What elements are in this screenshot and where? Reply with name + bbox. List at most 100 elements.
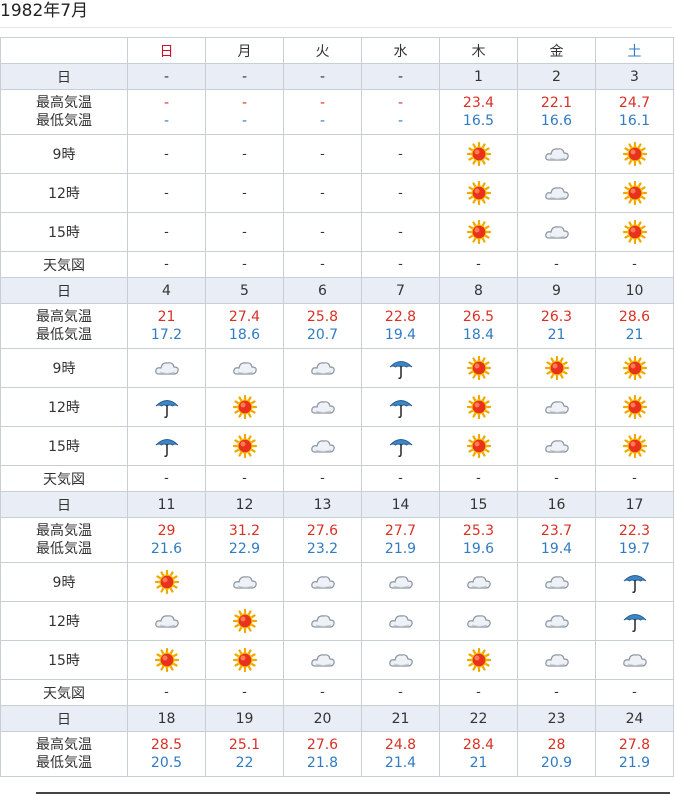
high-temp-value: 22.3 <box>618 523 651 539</box>
low-temp-value: 19.4 <box>540 541 573 557</box>
low-temp-value: 21 <box>625 327 644 343</box>
date-cell: - <box>127 63 206 90</box>
sun-icon <box>466 142 491 166</box>
cloud-icon <box>232 576 257 589</box>
temperature-cell: 27.6 23.2 <box>283 517 362 563</box>
weather-cell: - <box>361 212 440 252</box>
weather-cell <box>517 387 596 427</box>
weather-map-cell: - <box>361 465 440 492</box>
weather-3pm-row: 15時 <box>0 640 674 680</box>
weather-cell <box>361 426 440 466</box>
umbrella-icon <box>389 439 412 458</box>
sun-icon <box>232 395 257 419</box>
weather-cell <box>439 562 518 602</box>
high-temp-value: 23.7 <box>540 523 573 539</box>
date-row: 日 18 19 20 21 22 23 24 <box>0 705 674 732</box>
high-temp-value: 25.1 <box>228 737 261 753</box>
weather-cell <box>595 601 674 641</box>
high-temp-value: 31.2 <box>228 523 261 539</box>
cloud-icon <box>154 615 179 628</box>
weather-cell <box>595 640 674 680</box>
date-cell: 5 <box>205 277 284 304</box>
temperature-cell: 28.5 20.5 <box>127 731 206 777</box>
high-temp-label: 最高気温 <box>36 737 92 753</box>
high-temp-value: 22.1 <box>540 95 573 111</box>
temperature-cell: 25.3 19.6 <box>439 517 518 563</box>
weather-cell <box>595 212 674 252</box>
weather-cell <box>517 134 596 174</box>
sun-icon <box>466 220 491 244</box>
high-temp-value: - <box>163 95 170 111</box>
high-temp-value: - <box>241 95 248 111</box>
weather-cell: - <box>127 173 206 213</box>
high-temp-value: 26.5 <box>462 309 495 325</box>
date-row-label: 日 <box>0 705 128 732</box>
temperature-cell: 22.8 19.4 <box>361 303 440 349</box>
temperature-row-label: 最高気温 最低気温 <box>0 517 128 563</box>
weather-cell <box>205 640 284 680</box>
temperature-cell: 24.7 16.1 <box>595 89 674 135</box>
sun-icon <box>622 142 647 166</box>
weather-cell <box>283 426 362 466</box>
date-cell: 24 <box>595 705 674 732</box>
weather-cell <box>283 348 362 388</box>
cloud-icon <box>388 654 413 667</box>
cloud-icon <box>310 362 335 375</box>
weather-cell: - <box>283 173 362 213</box>
temperature-cell: 27.6 21.8 <box>283 731 362 777</box>
weather-3pm-row-label: 15時 <box>0 212 128 252</box>
temperature-cell: 27.8 21.9 <box>595 731 674 777</box>
cloud-icon <box>388 576 413 589</box>
weather-cell: - <box>205 134 284 174</box>
weather-cell <box>439 387 518 427</box>
high-temp-label: 最高気温 <box>36 523 92 539</box>
temperature-cell: -- <box>283 89 362 135</box>
date-row-label: 日 <box>0 63 128 90</box>
high-temp-value: - <box>397 95 404 111</box>
weather-cell <box>595 173 674 213</box>
weather-cell <box>361 387 440 427</box>
temperature-cell: -- <box>361 89 440 135</box>
sun-icon <box>622 356 647 380</box>
weather-cell: - <box>127 212 206 252</box>
date-cell: - <box>361 63 440 90</box>
date-cell: 4 <box>127 277 206 304</box>
weekday-wed: 水 <box>361 37 440 64</box>
weather-cell <box>517 212 596 252</box>
weather-map-cell: - <box>127 679 206 706</box>
sun-icon <box>154 648 179 672</box>
low-temp-value: - <box>397 113 404 129</box>
cloud-icon <box>310 401 335 414</box>
date-cell: 12 <box>205 491 284 518</box>
temperature-cell: 21 17.2 <box>127 303 206 349</box>
temperature-cell: 22.1 16.6 <box>517 89 596 135</box>
weather-map-cell: - <box>283 251 362 278</box>
weather-cell <box>127 387 206 427</box>
sun-icon <box>622 395 647 419</box>
weather-map-cell: - <box>361 679 440 706</box>
weather-cell: - <box>205 173 284 213</box>
umbrella-icon <box>623 575 646 594</box>
weather-cell <box>517 426 596 466</box>
weather-cell <box>595 426 674 466</box>
weekday-fri: 金 <box>517 37 596 64</box>
weather-cell <box>127 348 206 388</box>
date-cell: 3 <box>595 63 674 90</box>
bottom-divider <box>36 792 670 794</box>
date-cell: 16 <box>517 491 596 518</box>
sun-icon <box>622 181 647 205</box>
low-temp-value: 18.4 <box>462 327 495 343</box>
weather-map-row-label: 天気図 <box>0 465 128 492</box>
date-cell: 23 <box>517 705 596 732</box>
temperature-cell: 27.4 18.6 <box>205 303 284 349</box>
weather-map-cell: - <box>595 251 674 278</box>
date-cell: 10 <box>595 277 674 304</box>
weather-9am-row-label: 9時 <box>0 562 128 602</box>
low-temp-value: - <box>241 113 248 129</box>
weather-map-row-label: 天気図 <box>0 679 128 706</box>
weather-map-cell: - <box>205 679 284 706</box>
high-temp-value: 27.7 <box>384 523 417 539</box>
high-temp-value: 27.6 <box>306 737 339 753</box>
weather-map-row: 天気図 - - - - - - - <box>0 465 674 492</box>
sun-icon <box>466 395 491 419</box>
